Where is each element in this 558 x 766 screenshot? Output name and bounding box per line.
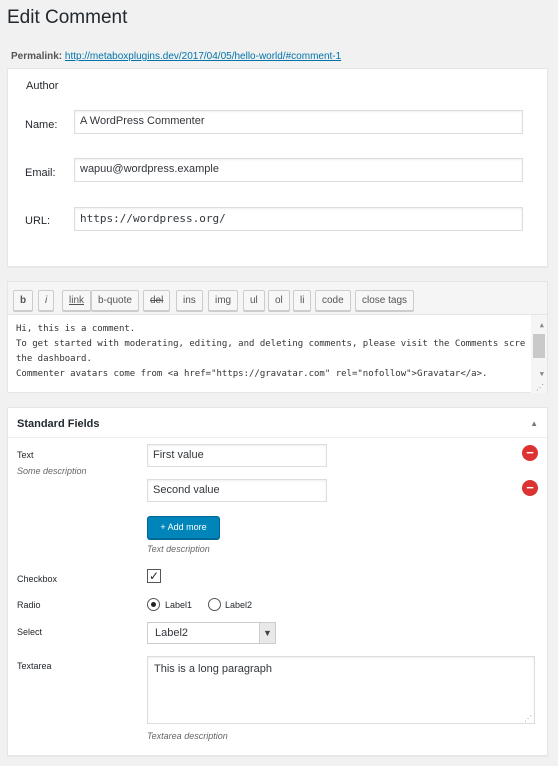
resize-grip-icon[interactable]: ⋰ bbox=[524, 714, 532, 723]
qt-ol-button[interactable]: ol bbox=[268, 290, 290, 311]
editor-scrollbar[interactable]: ▲ ▼ ⋰ bbox=[531, 315, 547, 393]
url-input[interactable]: https://wordpress.org/ bbox=[74, 207, 523, 231]
text-field-label: Text bbox=[17, 450, 34, 460]
text-field-sub-description: Some description bbox=[17, 466, 87, 476]
qt-italic-button[interactable]: i bbox=[38, 290, 55, 311]
remove-icon[interactable]: − bbox=[522, 480, 538, 496]
qt-img-button[interactable]: img bbox=[208, 290, 239, 311]
arrow-up-icon[interactable]: ▲ bbox=[530, 419, 538, 428]
fields-title: Standard Fields bbox=[17, 418, 100, 430]
author-title: Author bbox=[26, 80, 59, 92]
permalink: Permalink: http://metaboxplugins.dev/201… bbox=[11, 51, 341, 62]
textarea-label: Textarea bbox=[17, 661, 52, 671]
checkbox-input[interactable]: ✓ bbox=[147, 569, 161, 583]
radio-option-label2-text: Label2 bbox=[225, 600, 253, 610]
qt-del-button[interactable]: del bbox=[143, 290, 171, 311]
select-label: Select bbox=[17, 627, 43, 637]
radio-option-label2[interactable] bbox=[208, 598, 221, 611]
text-input-2[interactable]: Second value bbox=[147, 479, 327, 502]
radio-option-label1[interactable] bbox=[147, 598, 160, 611]
qt-link-button[interactable]: link bbox=[62, 290, 92, 311]
chevron-down-icon[interactable]: ▼ bbox=[259, 623, 275, 643]
name-input[interactable]: A WordPress Commenter bbox=[74, 110, 523, 134]
comment-line: Commenter avatars come from <a href="htt… bbox=[16, 369, 488, 379]
select-dropdown[interactable]: Label2 ▼ bbox=[147, 622, 276, 644]
qt-bquote-button[interactable]: b-quote bbox=[91, 290, 139, 311]
scroll-up-icon[interactable]: ▲ bbox=[540, 318, 544, 333]
scroll-thumb[interactable] bbox=[533, 334, 545, 358]
author-box: Author Name: A WordPress Commenter Email… bbox=[7, 68, 548, 267]
textarea-value: This is a long paragraph bbox=[154, 663, 273, 675]
qt-ins-button[interactable]: ins bbox=[176, 290, 203, 311]
radio-label: Radio bbox=[17, 600, 41, 610]
standard-fields-box: Standard Fields ▲ Text Some description … bbox=[7, 407, 548, 756]
radio-option-label1-text: Label1 bbox=[165, 600, 193, 610]
page-title: Edit Comment bbox=[7, 7, 128, 28]
qt-bold-button[interactable]: b bbox=[13, 290, 34, 311]
text-input-1[interactable]: First value bbox=[147, 444, 327, 467]
checkbox-label: Checkbox bbox=[17, 574, 58, 584]
comment-textarea[interactable]: Hi, this is a comment. To get started wi… bbox=[8, 314, 547, 393]
add-more-button[interactable]: + Add more bbox=[147, 516, 220, 539]
url-label: URL: bbox=[25, 215, 51, 227]
name-label: Name: bbox=[25, 119, 58, 131]
qt-ul-button[interactable]: ul bbox=[243, 290, 265, 311]
qt-close-tags-button[interactable]: close tags bbox=[355, 290, 415, 311]
text-field-description: Text description bbox=[147, 544, 210, 554]
textarea-description: Textarea description bbox=[147, 731, 228, 741]
email-label: Email: bbox=[25, 167, 56, 179]
permalink-link[interactable]: http://metaboxplugins.dev/2017/04/05/hel… bbox=[65, 51, 341, 62]
resize-grip-icon[interactable]: ⋰ bbox=[536, 380, 544, 393]
textarea-input[interactable]: This is a long paragraph ⋰ bbox=[147, 656, 535, 724]
comment-line: To get started with moderating, editing,… bbox=[16, 339, 525, 349]
comment-line: Hi, this is a comment. bbox=[16, 324, 136, 334]
permalink-label: Permalink: bbox=[11, 51, 63, 62]
qt-code-button[interactable]: code bbox=[315, 290, 351, 311]
select-value: Label2 bbox=[155, 627, 189, 639]
fields-header[interactable]: Standard Fields ▲ bbox=[8, 408, 547, 438]
email-input[interactable]: wapuu@wordpress.example bbox=[74, 158, 523, 182]
comment-line: the dashboard. bbox=[16, 354, 92, 364]
remove-icon[interactable]: − bbox=[522, 445, 538, 461]
comment-editor: b i link b-quote del ins img ul ol li co… bbox=[7, 281, 548, 393]
radio-selected-dot bbox=[151, 602, 156, 607]
qt-li-button[interactable]: li bbox=[293, 290, 312, 311]
